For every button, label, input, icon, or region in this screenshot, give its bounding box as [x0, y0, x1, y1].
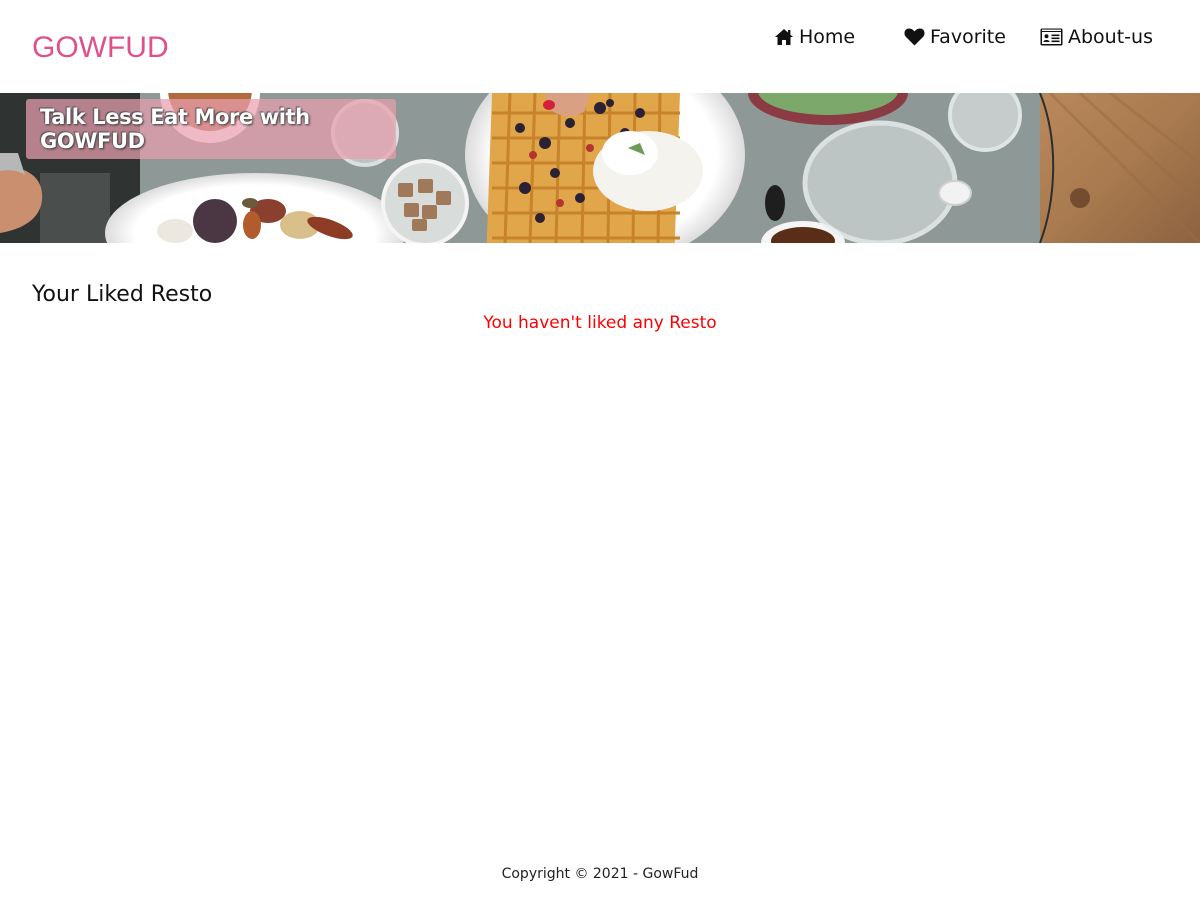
- empty-state-message: You haven't liked any Resto: [483, 313, 717, 333]
- nav-home-link[interactable]: Home: [774, 25, 855, 49]
- id-card-icon: [1040, 28, 1063, 46]
- nav-favorite-link[interactable]: Favorite: [904, 25, 1006, 49]
- page-title: Your Liked Resto: [32, 282, 213, 307]
- brand-logo-link[interactable]: GOWFUD: [32, 30, 169, 66]
- app-header: GOWFUD Home Favorite About-us: [0, 0, 1200, 93]
- nav-about-label: About-us: [1068, 26, 1153, 48]
- heart-icon: [904, 28, 925, 46]
- nav-favorite-label: Favorite: [930, 26, 1006, 48]
- hero-tagline-box: Talk Less Eat More with GOWFUD: [26, 99, 396, 159]
- hero-banner: Talk Less Eat More with GOWFUD: [0, 93, 1200, 243]
- hero-tagline: Talk Less Eat More with GOWFUD: [40, 105, 310, 153]
- footer-copyright: Copyright © 2021 - GowFud: [501, 866, 699, 882]
- nav-about-link[interactable]: About-us: [1040, 25, 1153, 49]
- nav-home-label: Home: [799, 26, 856, 48]
- home-icon: [774, 28, 794, 46]
